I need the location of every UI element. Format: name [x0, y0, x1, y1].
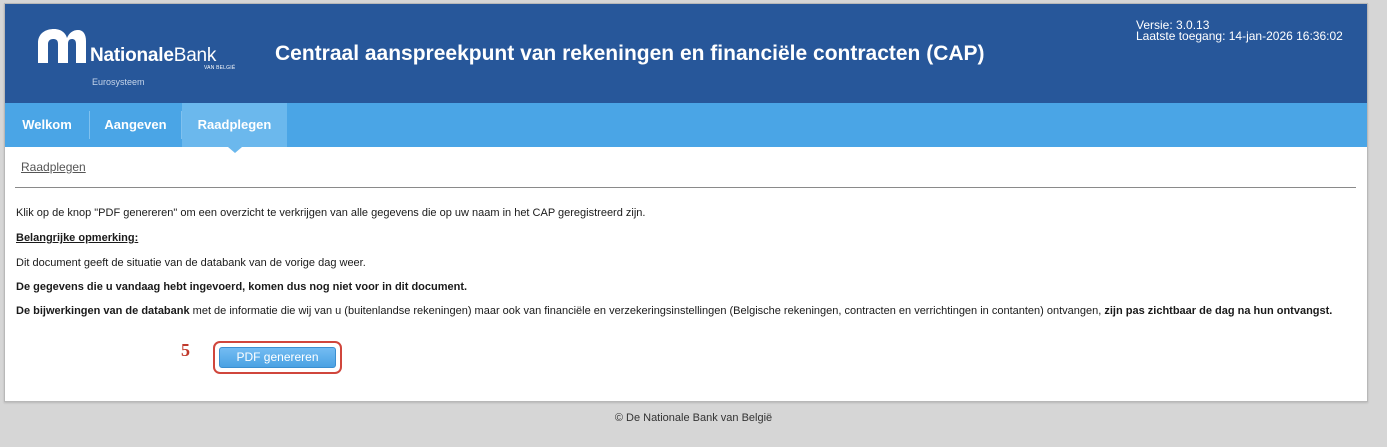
- tab-label: Aangeven: [104, 117, 167, 132]
- nbb-logo-icon: [38, 29, 86, 63]
- logo-name: NationaleBank: [90, 45, 216, 67]
- tab-aangeven[interactable]: Aangeven: [90, 103, 181, 147]
- logo-name-light: Bank: [173, 45, 217, 66]
- tab-welkom[interactable]: Welkom: [5, 103, 89, 147]
- note-3-bold-end: zijn pas zichtbaar de dag na hun ontvang…: [1104, 305, 1333, 317]
- divider: [15, 187, 1356, 188]
- note-heading: Belangrijke opmerking:: [16, 232, 139, 244]
- note-text-2: De gegevens die u vandaag hebt ingevoerd…: [16, 281, 468, 293]
- page-title: Centraal aanspreekpunt van rekeningen en…: [275, 42, 985, 65]
- tab-label: Welkom: [22, 117, 72, 132]
- breadcrumb[interactable]: Raadplegen: [21, 160, 86, 174]
- main-nav: Welkom Aangeven Raadplegen: [5, 103, 1367, 153]
- tab-raadplegen[interactable]: Raadplegen: [182, 103, 287, 153]
- logo-subtitle: VAN BELGIË: [204, 65, 236, 71]
- tab-label: Raadplegen: [197, 117, 272, 132]
- step-number-annotation: 5: [181, 340, 190, 360]
- version-info: Versie: 3.0.13 Laatste toegang: 14-jan-2…: [1136, 19, 1343, 43]
- logo-name-bold: Nationale: [90, 45, 174, 66]
- note-3-middle: met de informatie die wij van u (buitenl…: [189, 305, 1105, 317]
- logo-tagline: Eurosysteem: [92, 77, 145, 87]
- app-window: NationaleBank VAN BELGIË Eurosysteem Cen…: [4, 3, 1368, 402]
- last-access: Laatste toegang: 14-jan-2026 16:36:02: [1136, 29, 1343, 43]
- note-text-1: Dit document geeft de situatie van de da…: [16, 257, 366, 269]
- nbb-logo[interactable]: NationaleBank VAN BELGIË Eurosysteem: [34, 29, 244, 89]
- note-text-3: De bijwerkingen van de databank met de i…: [16, 305, 1346, 317]
- active-tab-caret: [227, 147, 242, 153]
- intro-text: Klik op de knop "PDF genereren" om een o…: [16, 207, 646, 219]
- header-banner: NationaleBank VAN BELGIË Eurosysteem Cen…: [5, 4, 1367, 103]
- footer-copyright: © De Nationale Bank van België: [614, 412, 773, 424]
- note-3-bold-start: De bijwerkingen van de databank: [16, 305, 190, 317]
- pdf-generate-button[interactable]: PDF genereren: [219, 347, 336, 368]
